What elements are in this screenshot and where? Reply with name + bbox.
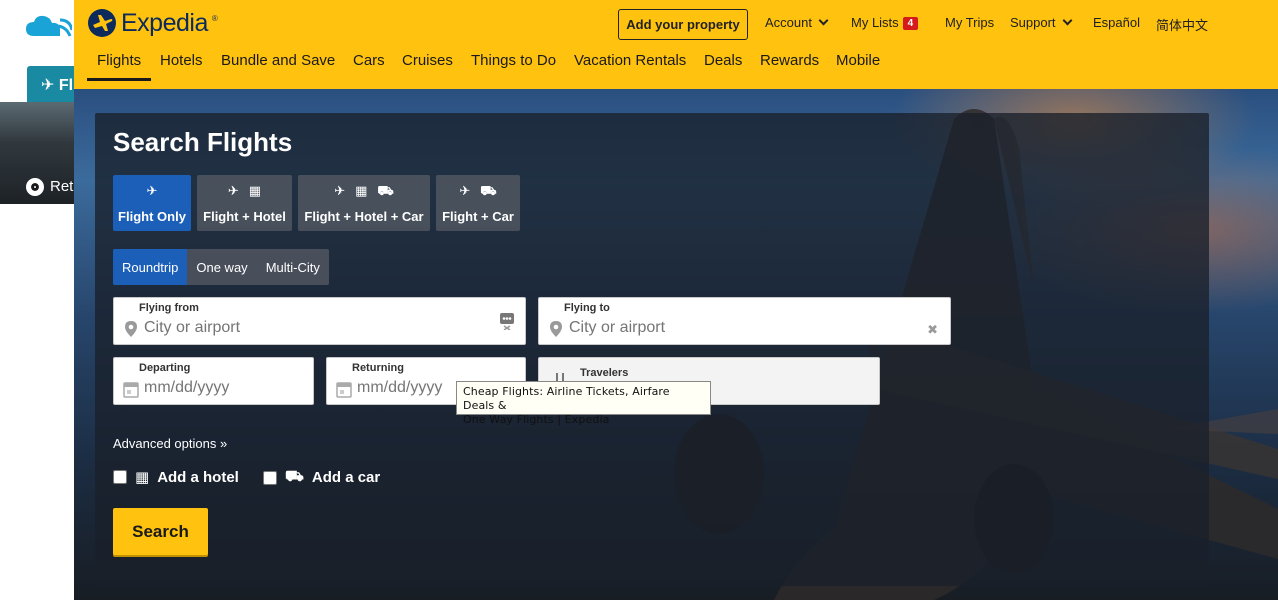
tab-roundtrip[interactable]: Roundtrip <box>113 249 188 285</box>
nav-cars[interactable]: Cars <box>353 52 385 69</box>
search-button[interactable]: Search <box>113 508 208 555</box>
tab-flight-only[interactable]: ✈ Flight Only <box>113 175 191 231</box>
tab-one-way[interactable]: One way <box>187 249 256 285</box>
add-hotel-label: Add a hotel <box>157 468 239 486</box>
header: Expedia ® Add your property Account My L… <box>74 0 1278 89</box>
travelers-label: Travelers <box>580 367 629 379</box>
flying-from-input[interactable] <box>144 319 495 337</box>
clear-icon[interactable]: ✖ <box>927 322 938 338</box>
add-hotel-checkbox[interactable] <box>113 470 127 484</box>
map-pin-icon <box>550 321 562 337</box>
search-title: Search Flights <box>113 127 293 157</box>
language-espanol-link[interactable]: Español <box>1093 15 1140 30</box>
expedia-window: Expedia ® Add your property Account My L… <box>74 0 1278 600</box>
car-icon: ⛟ <box>285 468 304 485</box>
returning-label: Returning <box>352 362 404 374</box>
account-label: Account <box>765 15 812 30</box>
flying-to-label: Flying to <box>564 302 610 314</box>
nav-bundle-and-save[interactable]: Bundle and Save <box>221 52 335 69</box>
tab-flight-hotel-car-label: Flight + Hotel + Car <box>304 209 424 224</box>
my-lists-link[interactable]: My Lists 4 <box>851 15 919 30</box>
bg-return-label: Ret <box>50 178 74 195</box>
my-lists-count-badge: 4 <box>902 17 919 30</box>
departing-input[interactable] <box>144 379 283 397</box>
nav-rewards[interactable]: Rewards <box>760 52 819 69</box>
tab-flight-hotel-car[interactable]: ✈ ▦ ⛟ Flight + Hotel + Car <box>298 175 430 231</box>
nav-vacation-rentals[interactable]: Vacation Rentals <box>574 52 686 69</box>
page-title-tooltip: Cheap Flights: Airline Tickets, Airfare … <box>456 381 711 426</box>
bg-flights-tab-label: ✈ Fl <box>41 77 74 94</box>
tab-flight-hotel[interactable]: ✈ ▦ Flight + Hotel <box>197 175 292 231</box>
advanced-options-link[interactable]: Advanced options » <box>113 436 227 451</box>
support-label: Support <box>1010 15 1056 30</box>
support-menu[interactable]: Support <box>1010 15 1072 30</box>
tab-flight-car-label: Flight + Car <box>442 209 514 224</box>
departing-label: Departing <box>139 362 191 374</box>
my-lists-label: My Lists <box>851 15 899 30</box>
flying-from-label: Flying from <box>139 302 199 314</box>
map-pin-icon <box>125 321 137 337</box>
contact-card-icon[interactable] <box>499 312 515 330</box>
flying-to-field[interactable]: Flying to ✖ <box>538 297 951 345</box>
chevron-down-icon <box>818 15 829 26</box>
add-hotel-option[interactable]: ▦ Add a hotel <box>113 468 239 486</box>
flying-from-field[interactable]: Flying from <box>113 297 526 345</box>
add-car-label: Add a car <box>311 469 381 486</box>
nav-hotels[interactable]: Hotels <box>160 52 203 69</box>
add-car-checkbox[interactable] <box>263 470 277 485</box>
nav-cruises[interactable]: Cruises <box>402 52 453 69</box>
expedia-logo[interactable]: Expedia ® <box>87 8 218 38</box>
plane-icon: ✈ <box>459 183 471 198</box>
tab-flight-car[interactable]: ✈ ⛟ Flight + Car <box>436 175 520 231</box>
flying-to-input[interactable] <box>569 319 920 337</box>
plane-icon: ✈ <box>146 183 158 198</box>
car-icon: ⛟ <box>480 183 497 198</box>
tooltip-line-2: One Way Flights | Expedia <box>463 413 610 426</box>
car-icon: ⛟ <box>377 183 394 198</box>
calendar-icon <box>336 382 352 398</box>
departing-field[interactable]: Departing <box>113 357 314 405</box>
building-icon: ▦ <box>248 183 262 198</box>
nav-flights[interactable]: Flights <box>86 52 152 81</box>
cloud-logo-icon <box>26 15 72 37</box>
nav-deals[interactable]: Deals <box>704 52 742 69</box>
trip-type-tabs: Roundtrip One way Multi-City <box>113 249 329 285</box>
nav-mobile[interactable]: Mobile <box>836 52 880 69</box>
screen: ✈ Fl Ret Expedia ® Add your property Acc… <box>0 0 1278 600</box>
search-panel: Search Flights ✈ Flight Only ✈ ▦ Flight +… <box>95 113 1209 586</box>
background-window[interactable]: ✈ Fl Ret <box>0 0 74 600</box>
chevron-down-icon <box>1062 15 1072 26</box>
logo-trademark: ® <box>211 14 218 23</box>
tab-flight-only-label: Flight Only <box>118 209 186 224</box>
building-icon: ▦ <box>135 469 150 486</box>
language-chinese-link[interactable]: 简体中文 <box>1156 15 1208 34</box>
tab-multi-city[interactable]: Multi-City <box>257 249 329 285</box>
plane-globe-icon <box>88 9 116 37</box>
nav-things-to-do[interactable]: Things to Do <box>471 52 556 69</box>
bg-flights-tab[interactable]: ✈ Fl <box>27 66 74 102</box>
building-icon: ▦ <box>355 183 368 198</box>
tab-flight-hotel-label: Flight + Hotel <box>203 209 286 224</box>
plane-icon: ✈ <box>334 183 346 198</box>
calendar-icon <box>123 382 139 398</box>
add-car-option[interactable]: ⛟ Add a car <box>263 468 380 487</box>
tooltip-line-1: Cheap Flights: Airline Tickets, Airfare … <box>463 385 670 412</box>
account-menu[interactable]: Account <box>765 15 829 30</box>
add-property-button[interactable]: Add your property <box>618 9 748 40</box>
my-trips-link[interactable]: My Trips <box>945 15 994 30</box>
bg-return-radio[interactable] <box>26 178 44 196</box>
logo-text: Expedia <box>121 8 208 37</box>
plane-icon: ✈ <box>227 183 239 198</box>
